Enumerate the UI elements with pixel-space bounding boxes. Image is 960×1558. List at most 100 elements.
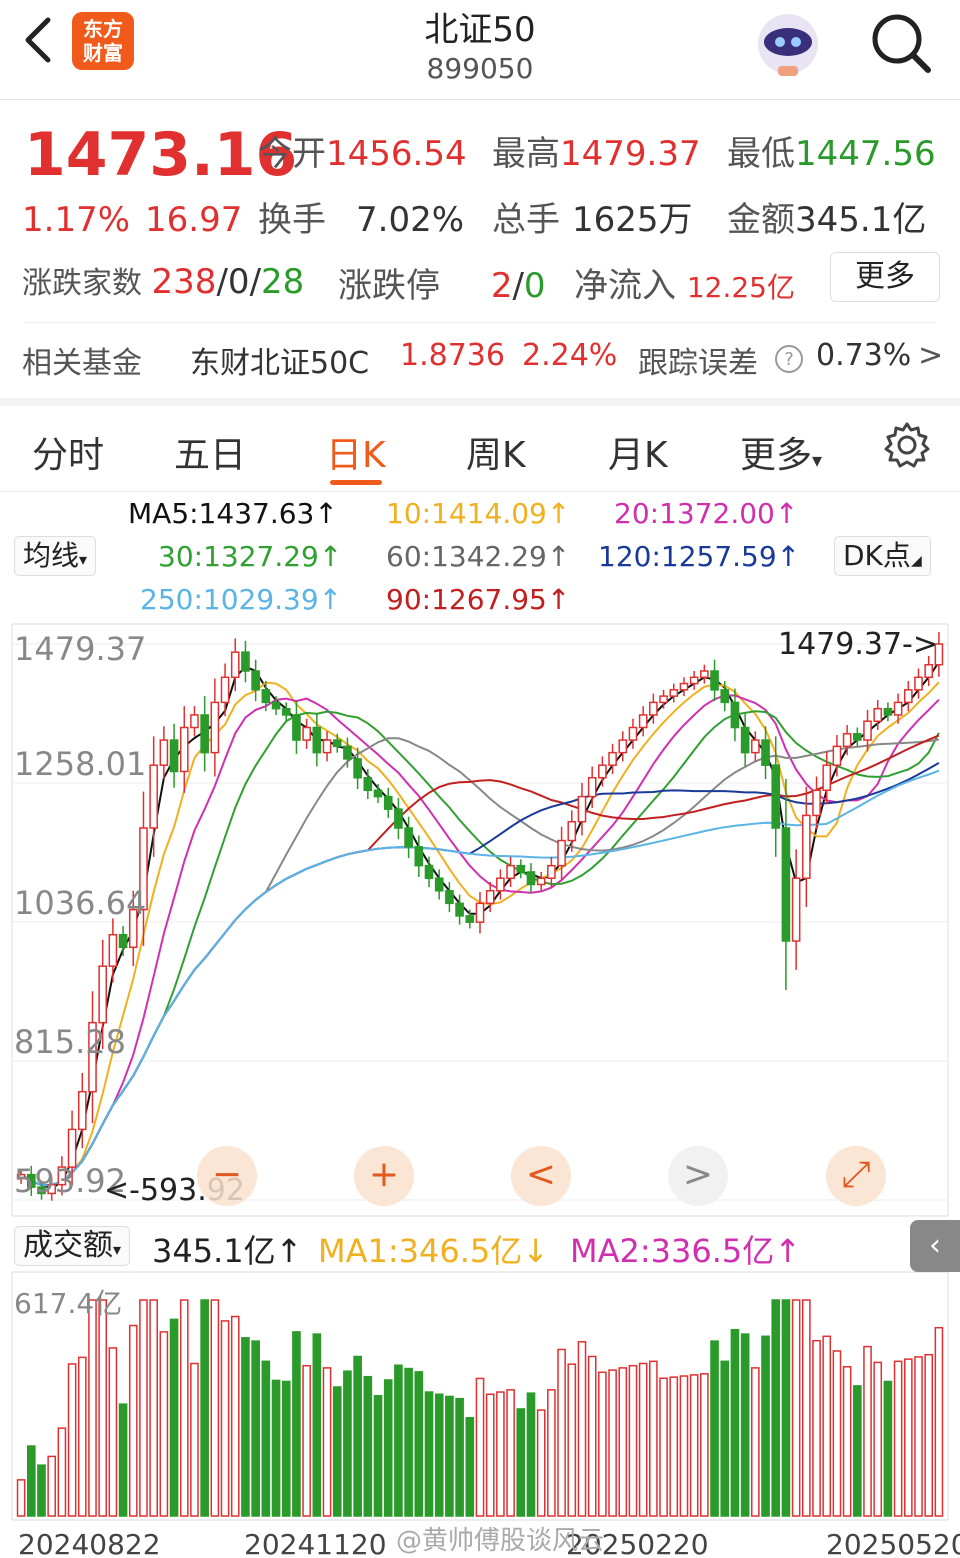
candle-body bbox=[394, 808, 403, 829]
volume-bar bbox=[414, 1371, 424, 1517]
candle-body bbox=[302, 726, 311, 741]
candle-body bbox=[863, 720, 872, 741]
volume-bar bbox=[434, 1393, 444, 1517]
volume-bar bbox=[220, 1320, 230, 1517]
candle-body bbox=[587, 776, 597, 798]
volume-ma1: MA1:346.5亿↓ bbox=[318, 1232, 550, 1270]
volume-bar bbox=[506, 1389, 515, 1517]
volume-bar bbox=[669, 1376, 679, 1517]
volume-bar bbox=[332, 1386, 342, 1517]
candle-body bbox=[485, 890, 495, 905]
volume-bar bbox=[730, 1328, 740, 1517]
volume-bar bbox=[271, 1379, 281, 1517]
volume-bar bbox=[781, 1299, 791, 1517]
volume-bar bbox=[567, 1363, 577, 1517]
candle-body bbox=[700, 670, 709, 679]
chevron-left-icon: ‹ bbox=[929, 1228, 941, 1263]
candle-body bbox=[220, 676, 230, 704]
volume-bar bbox=[98, 1299, 108, 1517]
volume-bar bbox=[465, 1416, 475, 1517]
volume-bar bbox=[37, 1464, 46, 1517]
candle-body bbox=[669, 689, 679, 697]
candle-body bbox=[536, 877, 546, 886]
volume-bar bbox=[689, 1374, 699, 1517]
volume-bar bbox=[292, 1331, 301, 1517]
kline-chart[interactable]: 1479.371258.011036.64815.28593.921479.37… bbox=[0, 0, 960, 1558]
candle-body bbox=[649, 701, 658, 716]
volume-bar bbox=[353, 1355, 362, 1517]
volume-bar bbox=[547, 1389, 556, 1517]
volume-bar bbox=[883, 1380, 893, 1517]
candle-body bbox=[251, 670, 260, 691]
candle-body bbox=[98, 965, 108, 1024]
watermark: @黄帅傅股谈风云 bbox=[396, 1526, 605, 1556]
volume-bar bbox=[251, 1340, 260, 1517]
candle-body bbox=[149, 764, 158, 829]
candle-body bbox=[679, 682, 689, 691]
volume-bar bbox=[577, 1341, 587, 1517]
candle-body bbox=[434, 877, 444, 892]
volume-bar bbox=[445, 1395, 454, 1517]
volume-bar bbox=[598, 1371, 607, 1517]
volume-bar bbox=[373, 1395, 383, 1517]
volume-indicator-select[interactable]: 成交额▾ bbox=[14, 1226, 131, 1266]
zoom-out-button[interactable]: − bbox=[197, 1146, 257, 1206]
candle-body bbox=[322, 739, 332, 754]
candle-body bbox=[465, 915, 475, 923]
volume-axis-top: 617.4亿 bbox=[14, 1287, 123, 1320]
candle-body bbox=[506, 864, 515, 879]
volume-bar bbox=[791, 1299, 801, 1517]
candle-body bbox=[852, 733, 862, 741]
volume-bar bbox=[159, 1331, 169, 1517]
candle-body bbox=[914, 676, 923, 691]
candle-body bbox=[200, 714, 209, 754]
volume-bar bbox=[302, 1364, 311, 1517]
scroll-right-button[interactable]: > bbox=[668, 1146, 728, 1206]
price-tick-label: 1479.37 bbox=[14, 630, 146, 668]
ma20-line bbox=[20, 694, 940, 1187]
candle-body bbox=[373, 789, 383, 798]
candle-body bbox=[312, 726, 322, 754]
candle-body bbox=[883, 707, 893, 716]
volume-bar bbox=[802, 1299, 811, 1517]
scroll-left-button[interactable]: < bbox=[511, 1146, 571, 1206]
volume-bar bbox=[312, 1333, 322, 1517]
volume-amount: 345.1亿↑ bbox=[152, 1232, 303, 1270]
candle-body bbox=[781, 827, 791, 942]
candle-body bbox=[577, 795, 587, 823]
candle-body bbox=[832, 745, 842, 766]
candle-body bbox=[108, 933, 118, 967]
volume-bar bbox=[169, 1318, 179, 1517]
candle-body bbox=[445, 890, 454, 905]
ma250-line bbox=[20, 769, 940, 1187]
candle-body bbox=[241, 651, 250, 672]
volume-bar bbox=[893, 1360, 903, 1517]
candle-body bbox=[261, 689, 271, 704]
volume-bar bbox=[383, 1379, 393, 1517]
ma30-line bbox=[20, 710, 940, 1187]
volume-bar bbox=[424, 1391, 434, 1517]
candle-body bbox=[822, 764, 832, 792]
zoom-in-button[interactable]: + bbox=[354, 1146, 414, 1206]
candle-body bbox=[873, 707, 883, 722]
volume-bar bbox=[47, 1455, 57, 1517]
volume-bar bbox=[230, 1315, 240, 1517]
volume-ma2: MA2:336.5亿↑ bbox=[570, 1232, 802, 1270]
fullscreen-button[interactable]: ⤢ bbox=[826, 1146, 886, 1206]
candle-body bbox=[598, 764, 607, 779]
candle-body bbox=[802, 814, 811, 879]
volume-bar bbox=[587, 1355, 597, 1517]
candle-body bbox=[842, 733, 852, 748]
candle-body bbox=[169, 739, 179, 773]
volume-bar bbox=[128, 1324, 138, 1517]
collapse-panel-button[interactable]: ‹ bbox=[910, 1220, 960, 1272]
volume-bar bbox=[526, 1392, 536, 1517]
candle-body bbox=[414, 846, 424, 867]
volume-bar bbox=[873, 1361, 883, 1517]
volume-bar bbox=[496, 1391, 505, 1517]
candlesticks bbox=[16, 631, 944, 1201]
candle-body bbox=[812, 789, 821, 817]
volume-bar bbox=[108, 1347, 118, 1517]
candle-body bbox=[292, 714, 301, 741]
volume-bar bbox=[924, 1353, 934, 1517]
